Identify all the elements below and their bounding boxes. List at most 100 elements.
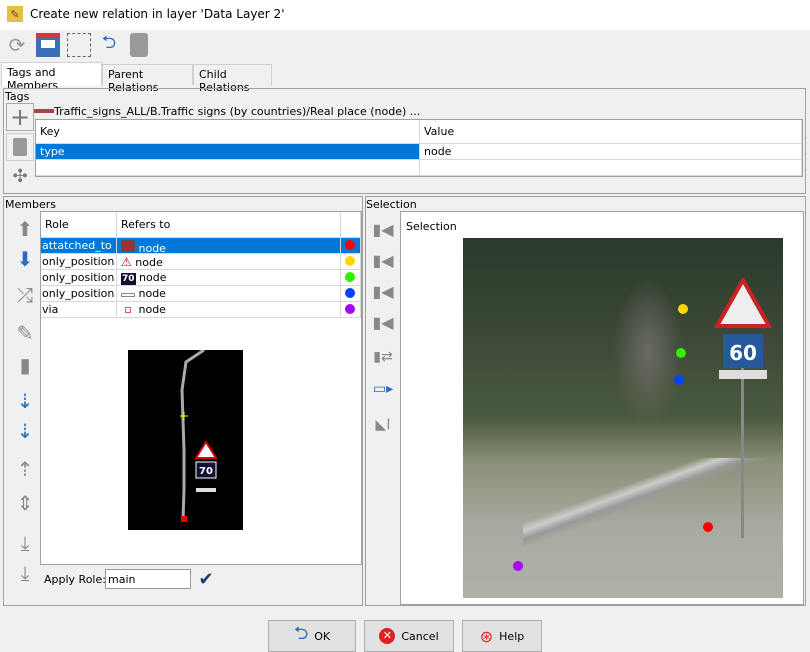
member-row[interactable]: only_position ⚠ node bbox=[41, 254, 361, 270]
apply-role-check-button[interactable]: ✔ bbox=[195, 569, 217, 590]
select-members-icon[interactable]: ▮◀ bbox=[372, 217, 394, 241]
member-role[interactable]: via bbox=[41, 302, 117, 318]
tab-child-relations[interactable]: Child Relations bbox=[193, 64, 272, 94]
add-selected-first-icon[interactable]: ⇣ bbox=[12, 387, 38, 415]
add-selection-before-icon[interactable]: ▭▸ bbox=[372, 377, 394, 401]
marker-yellow[interactable] bbox=[678, 304, 688, 314]
member-color-cell bbox=[341, 270, 361, 286]
select-icon[interactable] bbox=[67, 33, 91, 57]
ok-arrow-icon: ⮌ bbox=[293, 623, 309, 644]
tag-key-cell[interactable]: type bbox=[36, 144, 420, 160]
marker-blue[interactable] bbox=[674, 375, 684, 385]
member-role[interactable]: attatched_to bbox=[41, 238, 117, 254]
tab-parent-relations[interactable]: Parent Relations bbox=[102, 64, 193, 94]
add-selection-icon[interactable]: ▮⇄ bbox=[372, 345, 394, 369]
refresh-icon[interactable]: ⟳ bbox=[5, 33, 29, 57]
member-color-dot bbox=[345, 256, 355, 266]
column-header-value[interactable]: Value bbox=[420, 120, 802, 144]
help-button[interactable]: ⊛ Help bbox=[462, 620, 542, 652]
save-icon[interactable] bbox=[36, 33, 60, 57]
node-marker bbox=[181, 516, 187, 522]
tag-value-cell[interactable]: node bbox=[420, 144, 802, 160]
member-refers-to[interactable]: node bbox=[117, 302, 341, 318]
move-up-icon[interactable]: ⬆ bbox=[12, 215, 38, 243]
zoom-to-icon[interactable]: ⮌ bbox=[97, 32, 121, 57]
marker-red[interactable] bbox=[703, 522, 713, 532]
member-refers-to[interactable]: node bbox=[117, 286, 341, 302]
column-header-refers-to[interactable]: Refers to bbox=[117, 212, 341, 238]
member-role[interactable]: only_position bbox=[41, 254, 117, 270]
help-label: Help bbox=[499, 629, 525, 643]
member-refers-to[interactable]: node bbox=[117, 238, 341, 255]
ok-label: OK bbox=[314, 629, 331, 643]
move-down-icon[interactable]: ⬇ bbox=[12, 245, 38, 273]
member-row[interactable]: attatched_to node bbox=[41, 238, 361, 255]
member-color-cell bbox=[341, 254, 361, 270]
warning-sign-marker bbox=[194, 440, 218, 459]
member-row[interactable]: only_position node bbox=[41, 286, 361, 302]
tags-label: Tags bbox=[5, 90, 30, 103]
empty-key-cell[interactable] bbox=[36, 160, 420, 176]
josm-logo-icon: ✎ bbox=[7, 6, 23, 22]
members-panel: Members ⬆ ⬇ ⤮ ✎ ▮ ⇣ ⇣ ⇡ ⇕ ⤓ ⤓ Role Refer… bbox=[3, 196, 363, 606]
edit-icon[interactable]: ✎ bbox=[12, 319, 38, 347]
plate-marker bbox=[196, 488, 216, 492]
photo-sign-text: 60 bbox=[729, 341, 757, 365]
members-table: Role Refers to attatched_to node only_po… bbox=[40, 211, 362, 565]
set-role-icon[interactable]: ◣I bbox=[372, 413, 394, 437]
members-label: Members bbox=[5, 198, 56, 211]
zoom-to-member-icon[interactable]: ▮◀ bbox=[372, 279, 394, 303]
member-refers-to[interactable]: ⚠ node bbox=[117, 254, 341, 270]
member-color-dot bbox=[345, 304, 355, 314]
sort-icon[interactable]: ⤮ bbox=[12, 281, 38, 309]
node-icon bbox=[121, 303, 135, 316]
marker-purple[interactable] bbox=[513, 561, 523, 571]
delete-tag-button[interactable] bbox=[6, 133, 34, 161]
member-row[interactable]: only_position 70 node bbox=[41, 270, 361, 286]
window-title: Create new relation in layer 'Data Layer… bbox=[30, 7, 285, 21]
empty-value-cell[interactable] bbox=[420, 160, 802, 176]
column-header-role[interactable]: Role bbox=[41, 212, 117, 238]
member-color-cell bbox=[341, 302, 361, 318]
marker-green[interactable] bbox=[676, 348, 686, 358]
road-sign: 60 bbox=[713, 278, 773, 538]
tab-tags-and-members[interactable]: Tags and Members bbox=[1, 62, 102, 92]
selection-list-header: Selection bbox=[406, 220, 457, 233]
tags-table: Key Value type node bbox=[35, 119, 803, 177]
help-lifebuoy-icon: ⊛ bbox=[479, 626, 494, 646]
photo-sky bbox=[613, 278, 683, 428]
column-header-color bbox=[341, 212, 361, 238]
remove-member-icon[interactable]: ▮ bbox=[12, 351, 38, 379]
add-selected-last-icon[interactable]: ⇕ bbox=[12, 489, 38, 517]
apply-role-input[interactable] bbox=[105, 569, 191, 589]
add-selected-before-icon[interactable]: ⇡ bbox=[12, 455, 38, 483]
selection-panel: Selection ▮◀ ▮◀ ▮◀ ▮◀ ▮⇄ ▭▸ ◣I Selection… bbox=[365, 196, 806, 606]
member-type: node bbox=[135, 256, 163, 269]
trash-icon bbox=[13, 138, 27, 156]
member-refers-to[interactable]: 70 node bbox=[117, 270, 341, 286]
member-role[interactable]: only_position bbox=[41, 286, 117, 302]
remove-selected-icon[interactable]: ▮◀ bbox=[372, 310, 394, 334]
crosshair-marker bbox=[180, 412, 188, 420]
paste-tags-button[interactable]: ✣ bbox=[6, 163, 34, 189]
preset-path[interactable]: Traffic_signs_ALL/B.Traffic signs (by co… bbox=[54, 105, 420, 118]
add-tag-button[interactable]: + bbox=[6, 103, 34, 131]
cancel-button[interactable]: ✕ Cancel bbox=[364, 620, 454, 652]
title-bar: ✎ Create new relation in layer 'Data Lay… bbox=[0, 0, 810, 30]
selection-label: Selection bbox=[366, 198, 417, 211]
members-map-preview: 70 bbox=[128, 348, 243, 530]
member-row[interactable]: via node bbox=[41, 302, 361, 318]
cancel-label: Cancel bbox=[401, 629, 439, 643]
selection-list: Selection 60 bbox=[400, 211, 804, 605]
column-header-key[interactable]: Key bbox=[36, 120, 420, 144]
ok-button[interactable]: ⮌ OK bbox=[268, 620, 356, 652]
plate-icon bbox=[121, 287, 135, 300]
delete-icon[interactable] bbox=[130, 33, 148, 57]
cancel-icon: ✕ bbox=[379, 628, 396, 644]
member-color-dot bbox=[345, 240, 355, 250]
add-selected-after-icon[interactable]: ⇣ bbox=[12, 417, 38, 445]
move-to-bottom-icon[interactable]: ⤓ bbox=[12, 529, 38, 557]
member-role[interactable]: only_position bbox=[41, 270, 117, 286]
select-in-selection-icon[interactable]: ▮◀ bbox=[372, 248, 394, 272]
move-selection-down-icon[interactable]: ⤓ bbox=[12, 559, 38, 587]
